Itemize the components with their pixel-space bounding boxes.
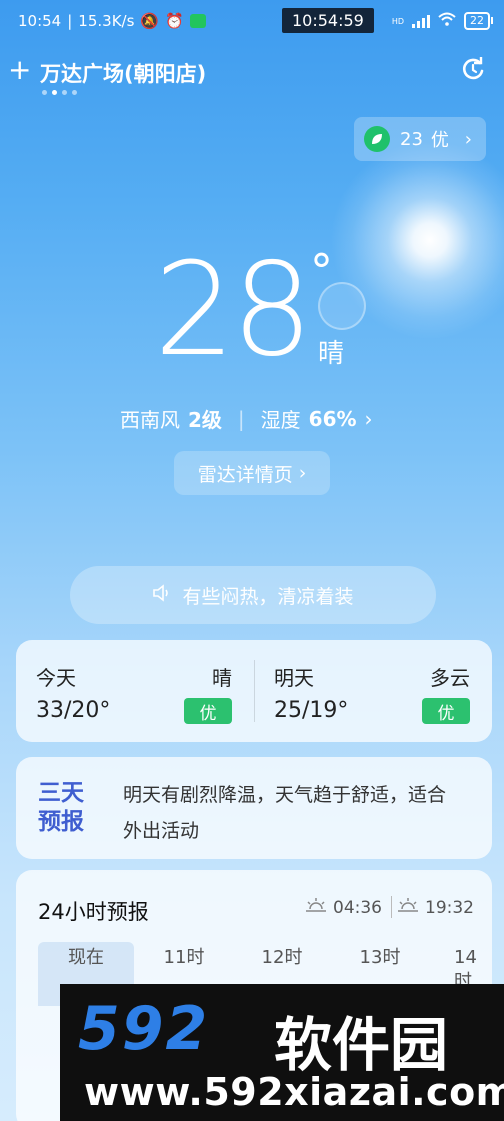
- day-temp-range: 25/19°: [274, 698, 349, 723]
- chevron-right-icon: ›: [298, 462, 307, 484]
- humidity-value: 66%: [308, 406, 357, 431]
- humidity-label: 湿度: [260, 408, 301, 432]
- status-time: 10:54: [18, 12, 62, 30]
- hour-cell[interactable]: 12时: [234, 946, 330, 970]
- three-day-forecast-card[interactable]: 三天预报 明天有剧烈降温，天气趋于舒适，适合外出活动: [16, 757, 492, 859]
- hourly-title: 24小时预报: [38, 900, 149, 924]
- wind-level: 2级: [188, 408, 222, 432]
- network-speed: 15.3K/s: [78, 12, 135, 30]
- sunset: 19:32: [397, 897, 474, 918]
- wind-humidity-row[interactable]: 西南风 2级 | 湿度 66% ›: [120, 404, 373, 433]
- today-item[interactable]: 今天 晴 33/20° 优: [16, 640, 254, 742]
- degree-symbol: °: [310, 244, 333, 298]
- leaf-icon: [364, 126, 390, 152]
- radar-label: 雷达详情页: [197, 463, 293, 486]
- aqi-badge: 优: [422, 698, 470, 724]
- plus-icon[interactable]: +: [8, 56, 31, 84]
- refresh-icon[interactable]: [460, 56, 486, 82]
- clock-chip: 10:54:59: [282, 8, 374, 33]
- hourly-row[interactable]: 现在 11时 12时 13时 14时: [38, 942, 492, 1006]
- hour-cell[interactable]: 13时: [332, 946, 428, 970]
- hour-cell[interactable]: 11时: [136, 946, 232, 970]
- sunrise: 04:36: [305, 897, 382, 918]
- current-temperature: 28: [154, 236, 313, 385]
- day-label: 今天: [36, 666, 76, 690]
- watermark-logo-number: 592: [78, 994, 210, 1064]
- three-day-text: 明天有剧烈降温，天气趋于舒适，适合外出活动: [123, 784, 447, 842]
- sunrise-icon: [305, 897, 327, 918]
- aqi-badge: 优: [184, 698, 232, 724]
- alarm-icon: ⏰: [165, 12, 184, 30]
- tomorrow-item[interactable]: 明天 多云 25/19° 优: [254, 640, 492, 742]
- weather-tip[interactable]: 有些闷热，清凉着装: [70, 566, 436, 624]
- sunset-icon: [397, 897, 419, 918]
- radar-details-button[interactable]: 雷达详情页 ›: [174, 451, 330, 495]
- day-temp-range: 33/20°: [36, 698, 111, 723]
- watermark-url: www.592xiazai.com: [84, 1070, 504, 1114]
- daily-summary-card: 今天 晴 33/20° 优 明天 多云 25/19° 优: [16, 640, 492, 742]
- day-condition: 多云: [430, 666, 470, 690]
- divider: [391, 896, 392, 918]
- day-condition: 晴: [212, 666, 232, 690]
- signal-icon: [412, 14, 430, 28]
- chevron-right-icon: ›: [364, 406, 373, 431]
- tip-text: 有些闷热，清凉着装: [182, 585, 354, 608]
- current-condition: 晴: [318, 339, 345, 369]
- mute-icon: 🔕: [140, 12, 160, 30]
- weather-screen: 10:54 | 15.3K/s 🔕 ⏰ 10:54:59 HD 22 + 万达广…: [0, 0, 504, 1121]
- speaker-icon: [152, 583, 172, 607]
- hd-label: HD: [391, 16, 404, 26]
- sunset-time: 19:32: [425, 897, 474, 918]
- wifi-icon: [438, 12, 456, 30]
- page-indicator: [42, 90, 77, 95]
- wechat-icon: [189, 14, 206, 28]
- three-day-title: 三天预报: [38, 780, 84, 835]
- city-name[interactable]: 万达广场(朝阳店): [40, 58, 206, 88]
- sunrise-time: 04:36: [333, 897, 382, 918]
- wind-direction: 西南风: [120, 408, 180, 432]
- battery-icon: 22: [464, 12, 493, 30]
- day-label: 明天: [274, 666, 314, 690]
- watermark: 592 软件园 www.592xiazai.com: [60, 984, 504, 1121]
- status-bar: 10:54 | 15.3K/s 🔕 ⏰ 10:54:59 HD 22: [14, 8, 493, 36]
